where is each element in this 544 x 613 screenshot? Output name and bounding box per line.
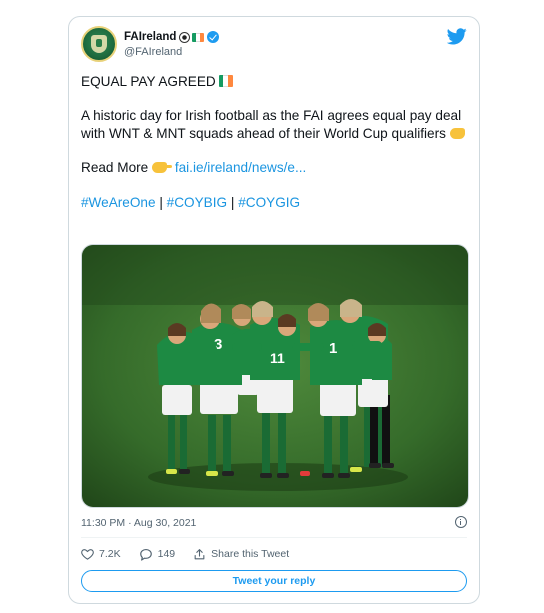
read-more-line: Read More fai.ie/ireland/news/e... xyxy=(81,159,473,177)
speech-bubble-icon xyxy=(139,548,152,561)
team-huddle-photo: 3 11 1 xyxy=(82,245,468,507)
heart-icon xyxy=(81,549,94,560)
info-icon[interactable] xyxy=(455,516,467,528)
tweet-body: A historic day for Irish football as the… xyxy=(81,108,462,141)
tweet-header: FAIreland @FAIreland xyxy=(81,26,467,64)
reply-count: 149 xyxy=(157,548,176,560)
fai-crest-icon xyxy=(91,35,107,53)
display-name-row: FAIreland xyxy=(124,29,220,45)
hashtags-line: #WeAreOne | #COYBIG | #COYGIG xyxy=(81,194,473,212)
tweet-card: FAIreland @FAIreland EQUAL PAY AGREED A … xyxy=(68,16,480,604)
hashtag-coybig[interactable]: #COYBIG xyxy=(167,195,227,210)
display-name[interactable]: FAIreland xyxy=(124,31,176,43)
read-more-label: Read More xyxy=(81,160,149,175)
like-count: 7.2K xyxy=(99,548,121,560)
soccer-ball-icon xyxy=(179,31,191,43)
hashtag-coygig[interactable]: #COYGIG xyxy=(238,195,300,210)
pointing-hand-icon xyxy=(152,162,173,173)
like-action[interactable]: 7.2K xyxy=(81,548,121,560)
avatar[interactable] xyxy=(81,26,117,62)
hashtag-weareone[interactable]: #WeAreOne xyxy=(81,195,156,210)
ireland-flag-icon xyxy=(218,75,233,87)
share-icon xyxy=(194,548,205,559)
ireland-flag-icon xyxy=(192,32,205,42)
reply-action[interactable]: 149 xyxy=(139,548,176,561)
tweet-photo[interactable]: 3 11 1 xyxy=(81,244,469,508)
tweet-body-line: A historic day for Irish football as the… xyxy=(81,107,473,142)
hashtag-separator: | xyxy=(230,194,235,210)
tweet-headline-line: EQUAL PAY AGREED xyxy=(81,73,473,90)
svg-text:1: 1 xyxy=(329,340,337,357)
user-handle[interactable]: @FAIreland xyxy=(124,46,219,58)
tweet-your-reply-button[interactable]: Tweet your reply xyxy=(81,570,467,592)
share-action[interactable]: Share this Tweet xyxy=(193,548,289,561)
hashtag-separator: | xyxy=(159,194,163,210)
tweet-text: EQUAL PAY AGREED A historic day for Iris… xyxy=(81,73,473,211)
verified-badge-icon xyxy=(207,31,220,43)
share-label: Share this Tweet xyxy=(211,548,290,560)
twitter-bird-icon[interactable] xyxy=(447,28,467,45)
article-link[interactable]: fai.ie/ireland/news/e... xyxy=(175,160,306,175)
tweet-headline: EQUAL PAY AGREED xyxy=(81,74,216,89)
svg-text:11: 11 xyxy=(270,350,285,366)
tweet-actions: 7.2K 149 Share this Tweet xyxy=(81,545,307,563)
user-block[interactable]: FAIreland @FAIreland xyxy=(124,29,220,58)
divider xyxy=(81,537,467,538)
tweet-timestamp[interactable]: 11:30 PM · Aug 30, 2021 xyxy=(81,517,196,529)
handshake-icon xyxy=(449,127,465,139)
